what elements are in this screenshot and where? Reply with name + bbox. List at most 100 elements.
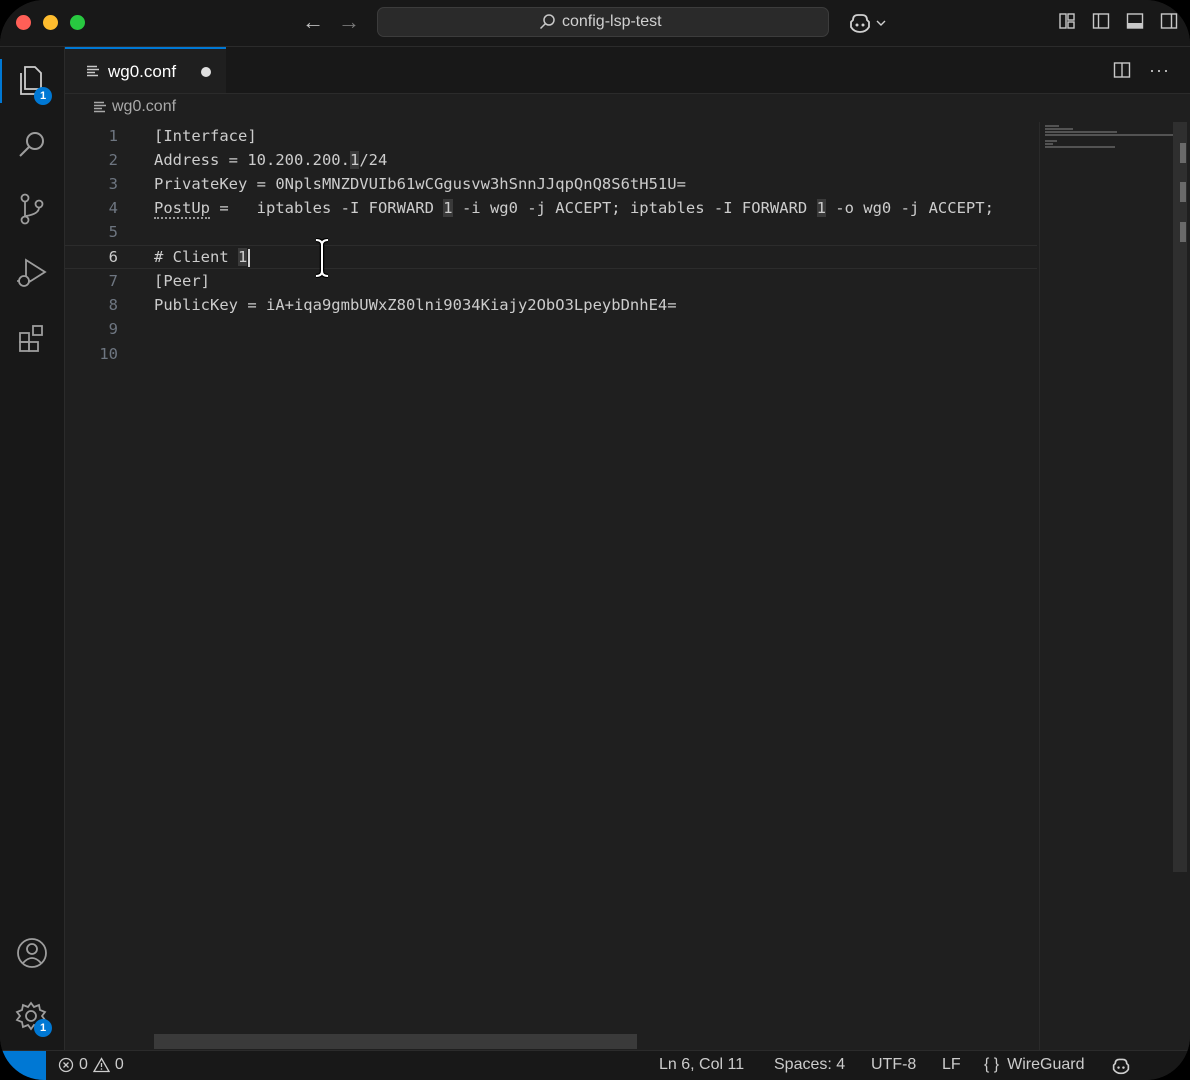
highlighted-token: 1 — [349, 151, 360, 169]
code-text: Address = 10.200.200.1/24 — [154, 148, 387, 172]
code-text: [Interface] — [154, 127, 257, 145]
line-number: 1 — [108, 127, 118, 145]
run-debug-icon — [17, 258, 47, 287]
forward-arrow-icon[interactable]: → — [338, 10, 360, 34]
braces-icon: { } — [984, 1056, 1000, 1073]
minimap-line — [1045, 143, 1053, 145]
command-center-search[interactable]: config-lsp-test — [377, 7, 829, 37]
title-bar: ← → config-lsp-test — [0, 0, 1190, 47]
language-label: WireGuard — [1007, 1056, 1085, 1073]
encoding-setting[interactable]: UTF-8 — [871, 1056, 916, 1074]
customize-layout-icon[interactable] — [1058, 12, 1076, 30]
unsaved-dot-icon[interactable] — [201, 67, 211, 77]
copilot-menu-button[interactable] — [848, 12, 886, 34]
editor-tab-bar: wg0.conf ··· — [65, 47, 1190, 94]
copilot-icon — [850, 14, 870, 33]
scrollbar-marker — [1180, 182, 1186, 202]
code-line: 7 [Peer] — [65, 269, 1037, 293]
code-line: 9 — [65, 317, 1037, 341]
error-count: 0 — [79, 1056, 88, 1073]
workspace-name: config-lsp-test — [562, 13, 662, 30]
code-token: -i wg0 -j ACCEPT; iptables -I FORWARD — [452, 199, 817, 217]
line-number: 10 — [99, 345, 118, 363]
minimap[interactable] — [1039, 122, 1174, 1050]
line-number: 6 — [108, 248, 118, 266]
search-view-button[interactable] — [0, 117, 64, 173]
code-line: 8 PublicKey = iA+iqa9gmbUWxZ80lni9034Kia… — [65, 293, 1037, 317]
comment-token: # Client — [154, 248, 238, 266]
scrollbar-marker — [1180, 222, 1186, 242]
text-cursor — [248, 248, 251, 267]
copilot-icon[interactable] — [1111, 1057, 1131, 1075]
close-window-button[interactable] — [16, 15, 31, 30]
extensions-view-button[interactable] — [0, 311, 64, 367]
hint-underlined-key[interactable]: PostUp — [154, 199, 210, 219]
indentation-setting[interactable]: Spaces: 4 — [774, 1056, 845, 1074]
code-token: = iptables -I FORWARD — [210, 199, 444, 217]
zoom-window-button[interactable] — [70, 15, 85, 30]
horizontal-scrollbar-thumb[interactable] — [154, 1034, 637, 1049]
vscode-window: ← → config-lsp-test 1 1 wg0.conf ··· wg0… — [0, 0, 1190, 1080]
problems-indicator[interactable]: 0 0 — [58, 1056, 124, 1074]
run-debug-view-button[interactable] — [0, 245, 64, 301]
remote-indicator-button[interactable] — [0, 1051, 46, 1080]
end-of-line-setting[interactable]: LF — [942, 1056, 961, 1074]
line-number: 9 — [108, 320, 118, 338]
code-text: PrivateKey = 0NplsMNZDVUIb61wCGgusvw3hSn… — [154, 175, 686, 193]
accounts-button[interactable] — [0, 925, 64, 981]
line-number: 5 — [108, 223, 118, 241]
account-icon — [17, 938, 47, 968]
highlighted-token: 1 — [238, 248, 248, 266]
minimap-line — [1045, 140, 1057, 142]
minimap-line — [1045, 146, 1115, 148]
minimap-line — [1045, 125, 1059, 127]
breadcrumb-file[interactable]: wg0.conf — [112, 98, 176, 116]
code-line: 3 PrivateKey = 0NplsMNZDVUIb61wCGgusvw3h… — [65, 172, 1037, 196]
toggle-primary-sidebar-icon[interactable] — [1092, 12, 1110, 30]
manage-button[interactable]: 1 — [0, 989, 64, 1045]
back-arrow-icon[interactable]: ← — [302, 10, 324, 34]
explorer-view-button[interactable]: 1 — [0, 53, 64, 109]
extensions-icon — [19, 325, 43, 352]
split-editor-icon[interactable] — [1113, 61, 1131, 79]
tab-wg0-conf[interactable]: wg0.conf — [65, 47, 226, 93]
explorer-badge: 1 — [34, 87, 52, 105]
code-editor[interactable]: 1 [Interface] 2 Address = 10.200.200.1/2… — [65, 122, 1037, 1050]
text-file-icon — [87, 65, 99, 77]
warning-count: 0 — [114, 1056, 124, 1073]
language-mode[interactable]: { } WireGuard — [984, 1056, 1085, 1074]
breadcrumb[interactable]: wg0.conf — [94, 98, 176, 116]
code-token: -o wg0 -j ACCEPT; — [825, 199, 994, 217]
chevron-down-icon — [876, 20, 886, 26]
minimize-window-button[interactable] — [43, 15, 58, 30]
line-number: 7 — [108, 272, 118, 290]
more-actions-icon[interactable]: ··· — [1149, 61, 1170, 79]
code-token: Address = 10.200.200. — [154, 151, 350, 169]
code-line: 2 Address = 10.200.200.1/24 — [65, 148, 1037, 172]
code-text: [Peer] — [154, 272, 210, 290]
text-file-icon — [94, 101, 106, 113]
activity-bar: 1 1 — [0, 47, 65, 1050]
error-icon — [58, 1057, 74, 1073]
code-line: 1 [Interface] — [65, 124, 1037, 148]
code-text: # Client 1 — [154, 246, 251, 268]
source-control-view-button[interactable] — [0, 181, 64, 237]
code-text: PublicKey = iA+iqa9gmbUWxZ80lni9034Kiajy… — [154, 296, 677, 314]
line-number: 2 — [108, 151, 118, 169]
line-number: 3 — [108, 175, 118, 193]
status-bar: 0 0 Ln 6, Col 11 Spaces: 4 UTF-8 LF { } … — [0, 1050, 1190, 1080]
code-line: 5 — [65, 220, 1037, 244]
scrollbar-marker — [1180, 143, 1186, 163]
code-token: /24 — [359, 151, 388, 169]
line-number: 8 — [108, 296, 118, 314]
toggle-secondary-sidebar-icon[interactable] — [1160, 12, 1178, 30]
highlighted-token: 1 — [443, 199, 453, 217]
cursor-position[interactable]: Ln 6, Col 11 — [659, 1056, 744, 1074]
code-line: 4 PostUp = iptables -I FORWARD 1 -i wg0 … — [65, 196, 1037, 220]
code-line: 10 — [65, 342, 1037, 366]
toggle-panel-icon[interactable] — [1126, 12, 1144, 30]
current-code-line: 6 # Client 1 — [65, 245, 1037, 269]
tab-label: wg0.conf — [108, 62, 177, 81]
code-text: PostUp = iptables -I FORWARD 1 -i wg0 -j… — [154, 196, 994, 220]
warning-icon — [92, 1057, 110, 1073]
